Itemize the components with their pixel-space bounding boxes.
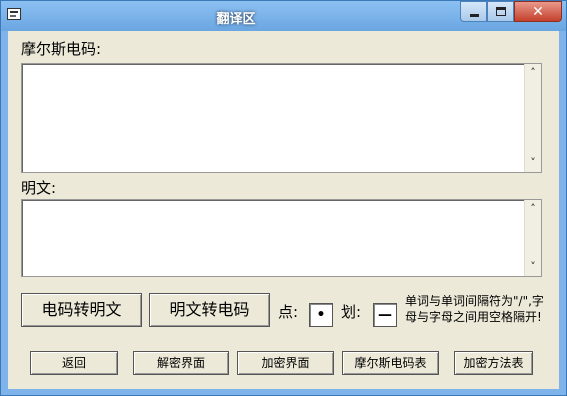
morse-code-textarea[interactable]: ˄ ˅ (21, 63, 542, 173)
minimize-button[interactable] (460, 1, 487, 22)
plaintext-textarea[interactable]: ˄ ˅ (21, 199, 542, 277)
dash-symbol-input[interactable]: — (373, 303, 397, 327)
scroll-up-arrow-icon[interactable]: ˄ (525, 66, 541, 80)
morse-code-label: 摩尔斯电码: (21, 40, 102, 58)
close-icon: ✕ (532, 4, 544, 20)
morse-code-scrollbar[interactable]: ˄ ˅ (524, 64, 541, 172)
minimize-icon (470, 14, 479, 17)
decrypt-view-button[interactable]: 解密界面 (133, 351, 229, 375)
maximize-icon (496, 7, 506, 16)
cipher-method-table-button[interactable]: 加密方法表 (454, 351, 533, 375)
plaintext-to-morse-button[interactable]: 明文转电码 (149, 293, 270, 327)
encrypt-view-button[interactable]: 加密界面 (237, 351, 334, 375)
dash-label: 划: (341, 303, 362, 321)
dot-label: 点: (278, 303, 299, 321)
morse-table-button[interactable]: 摩尔斯电码表 (342, 351, 439, 375)
morse-to-plaintext-button[interactable]: 电码转明文 (21, 293, 142, 327)
maximize-button[interactable] (487, 1, 514, 22)
separator-hint-text: 单词与单词间隔符为"/",字母与字母之间用空格隔开! (405, 294, 544, 324)
dot-symbol-input[interactable]: • (309, 303, 333, 327)
plaintext-label: 明文: (21, 179, 57, 197)
close-button[interactable]: ✕ (514, 1, 562, 22)
window-title: 翻译区 (216, 12, 256, 27)
scroll-down-arrow-icon[interactable]: ˅ (525, 156, 541, 170)
app-window: 翻译区 ✕ 摩尔斯电码: ˄ ˅ 明文: ˄ ˅ 电码转明文 明文转电码 点: … (0, 0, 567, 396)
form-body: 摩尔斯电码: ˄ ˅ 明文: ˄ ˅ 电码转明文 明文转电码 点: • 划: —… (8, 31, 559, 389)
plaintext-scrollbar[interactable]: ˄ ˅ (524, 200, 541, 276)
back-button[interactable]: 返回 (30, 351, 118, 375)
scroll-down-arrow-icon[interactable]: ˅ (525, 260, 541, 274)
title-bar[interactable]: 翻译区 ✕ (1, 1, 566, 31)
scroll-up-arrow-icon[interactable]: ˄ (525, 202, 541, 216)
